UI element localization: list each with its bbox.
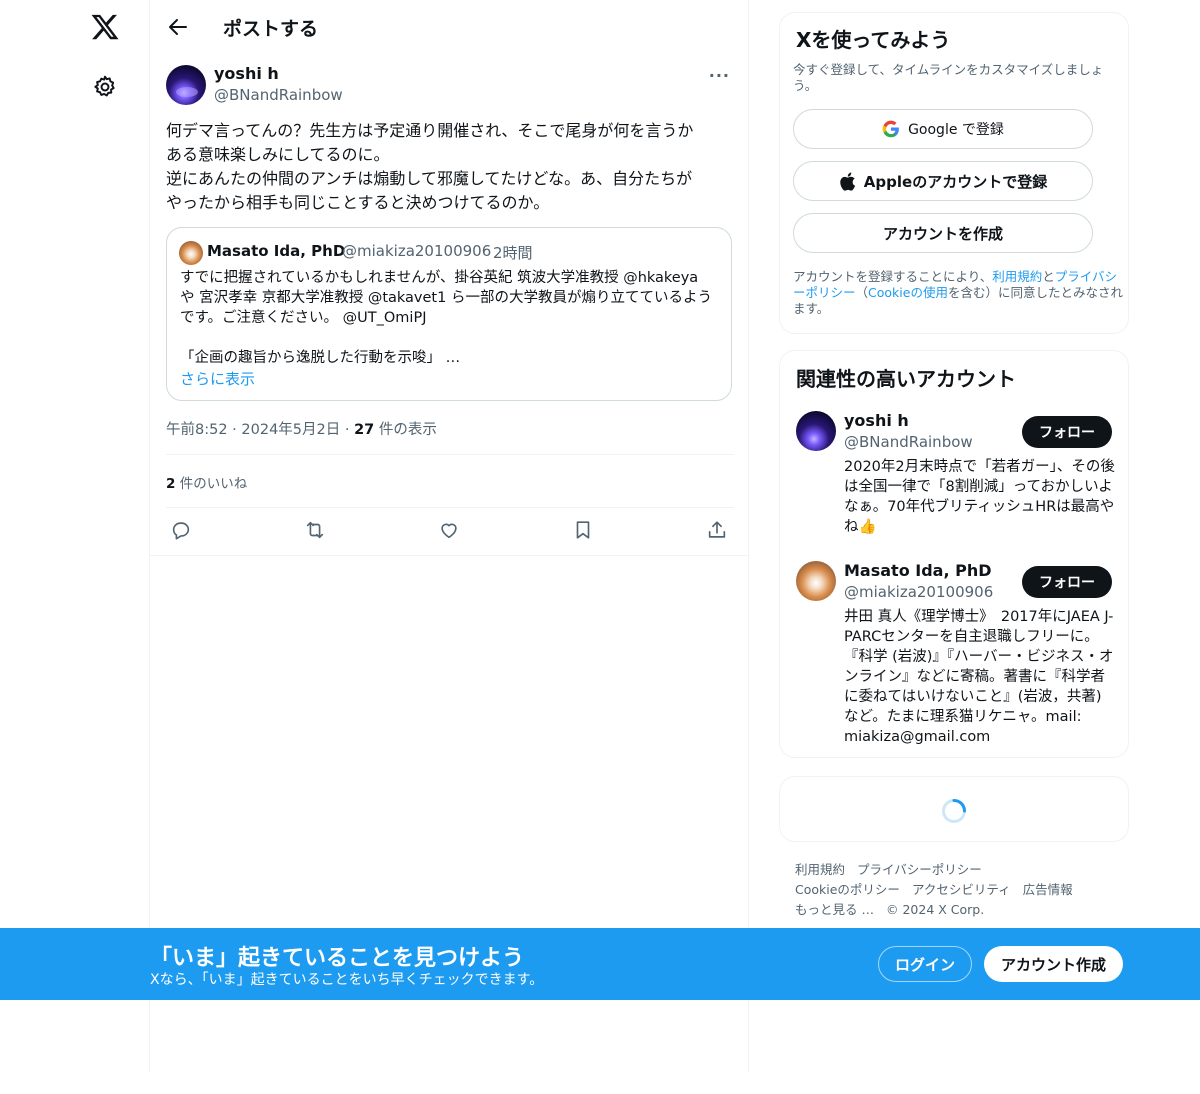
post-date[interactable]: 2024年5月2日 (241, 422, 340, 438)
account-bio: 2020年2月末時点で「若者ガー」、その後は全国一律で「8割削減」っておかしいよ… (844, 459, 1115, 535)
likes-summary[interactable]: 2 件のいいね (166, 472, 247, 492)
login-button[interactable]: ログイン (878, 946, 972, 982)
footer-link-more[interactable]: もっと見る … (795, 902, 874, 917)
account-name[interactable]: yoshi h (844, 411, 909, 430)
post-time[interactable]: 午前8:52 (166, 422, 228, 438)
likes-count: 2 (166, 476, 176, 492)
loading-spinner-icon (941, 798, 967, 824)
follow-button[interactable]: フォロー (1022, 416, 1112, 448)
google-signup-label: Google で登録 (908, 122, 1004, 138)
footer-link-cookie[interactable]: Cookieのポリシー (795, 882, 900, 897)
create-account-button[interactable]: アカウントを作成 (793, 213, 1093, 253)
bookmark-icon[interactable] (572, 519, 596, 543)
quote-text: すでに把握されているかもしれませんが、掛谷英紀 筑波大学准教授 @hkakeya… (180, 270, 712, 366)
footer-link-accessibility[interactable]: アクセシビリティ (912, 882, 1011, 897)
quoted-post[interactable]: Masato Ida, PhD @miakiza20100906 · 2時間 す… (166, 227, 732, 401)
reply-icon[interactable] (170, 519, 194, 543)
account-item[interactable]: Masato Ida, PhD @miakiza20100906 フォロー 井田… (796, 561, 1116, 751)
divider (150, 555, 750, 556)
post-author: yoshi h @BNandRainbow ··· (166, 64, 734, 108)
cookie-link[interactable]: Cookieの使用 (868, 285, 948, 300)
signup-subtitle: 今すぐ登録して、タイムラインをカスタマイズしましょう。 (793, 62, 1104, 93)
account-handle[interactable]: @miakiza20100906 (844, 583, 993, 601)
signup-card: Xを使ってみよう 今すぐ登録して、タイムラインをカスタマイズしましょう。 Goo… (779, 12, 1129, 334)
views-label: 件の表示 (374, 422, 437, 438)
signup-button[interactable]: アカウント作成 (984, 946, 1123, 982)
avatar[interactable] (796, 561, 836, 601)
back-arrow-icon[interactable] (166, 15, 190, 39)
apple-icon (839, 172, 856, 191)
gear-icon[interactable] (92, 74, 118, 100)
account-name[interactable]: Masato Ida, PhD (844, 561, 992, 580)
footer-link-privacy[interactable]: プライバシーポリシー (857, 862, 982, 877)
x-logo-icon[interactable] (90, 12, 120, 42)
separator-dot: · (232, 422, 237, 438)
post-text: 何デマ言ってんの？先生方は予定通り開催され、そこで尾身が何を言うか ある意味楽し… (166, 121, 694, 212)
banner-title: 「いま」起きていることを見つけよう (150, 946, 525, 971)
signup-legal-text: アカウントを登録することにより、利用規約とプライバシーポリシー（Cookieの使… (793, 269, 1123, 317)
apple-signup-label: Appleのアカウントで登録 (863, 172, 1048, 191)
like-icon[interactable] (438, 519, 462, 543)
share-icon[interactable] (706, 519, 730, 543)
action-bar (166, 519, 734, 543)
divider (166, 507, 734, 508)
post-meta: 午前8:52 · 2024年5月2日 · 27 件の表示 (166, 418, 437, 439)
quote-author-handle: @miakiza20100906 (342, 242, 492, 260)
account-item[interactable]: yoshi h @BNandRainbow フォロー 2020年2月末時点で「若… (796, 411, 1116, 541)
divider (166, 454, 734, 455)
quote-author-name: Masato Ida, PhD (207, 242, 346, 260)
banner-subtitle: Xなら、「いま」起きていることをいち早くチェックできます。 (150, 972, 544, 988)
separator-dot: · (344, 422, 350, 438)
likes-label: 件のいいね (175, 476, 248, 492)
account-handle[interactable]: @BNandRainbow (844, 433, 973, 451)
more-options-icon[interactable]: ··· (709, 66, 730, 85)
avatar[interactable] (166, 65, 206, 105)
avatar (179, 241, 203, 265)
account-bio: 井田 真人《理学博士》 2017年にJAEA J-PARCセンターを自主退職しフ… (844, 609, 1114, 745)
google-icon (882, 120, 900, 138)
legal-text: （ (855, 285, 869, 300)
author-name[interactable]: yoshi h (214, 64, 279, 83)
author-handle[interactable]: @BNandRainbow (214, 86, 343, 104)
footer-links: 利用規約 プライバシーポリシー Cookieのポリシー アクセシビリティ 広告情報 も… (795, 860, 1115, 920)
top-bar: ポストする (150, 0, 750, 54)
loading-card (779, 776, 1129, 842)
apple-signup-button[interactable]: Appleのアカウントで登録 (793, 161, 1093, 201)
show-more-link[interactable]: さらに表示 (180, 368, 255, 389)
relevant-accounts-card: 関連性の高いアカウント yoshi h @BNandRainbow フォロー 2… (779, 350, 1129, 758)
quote-time: 2時間 (493, 244, 533, 262)
page-title: ポストする (223, 18, 319, 40)
google-signup-button[interactable]: Google で登録 (793, 109, 1093, 149)
legal-text: と (1042, 269, 1055, 284)
footer-link-ads[interactable]: 広告情報 (1023, 882, 1073, 897)
follow-button[interactable]: フォロー (1022, 566, 1112, 598)
relevant-accounts-title: 関連性の高いアカウント (796, 367, 1016, 391)
signup-banner: 「いま」起きていることを見つけよう Xなら、「いま」起きていることをいち早くチェ… (0, 928, 1200, 1000)
legal-text: アカウントを登録することにより、 (793, 269, 993, 284)
avatar[interactable] (796, 411, 836, 451)
signup-title: Xを使ってみよう (796, 28, 951, 52)
views-count: 27 (354, 422, 375, 438)
repost-icon[interactable] (304, 519, 328, 543)
main-column: ポストする yoshi h @BNandRainbow ··· 何デマ言ってんの… (149, 0, 750, 1072)
footer-link-terms[interactable]: 利用規約 (795, 862, 845, 877)
separator-dot: · (482, 242, 487, 260)
terms-link[interactable]: 利用規約 (992, 269, 1042, 284)
copyright: © 2024 X Corp. (885, 902, 985, 917)
